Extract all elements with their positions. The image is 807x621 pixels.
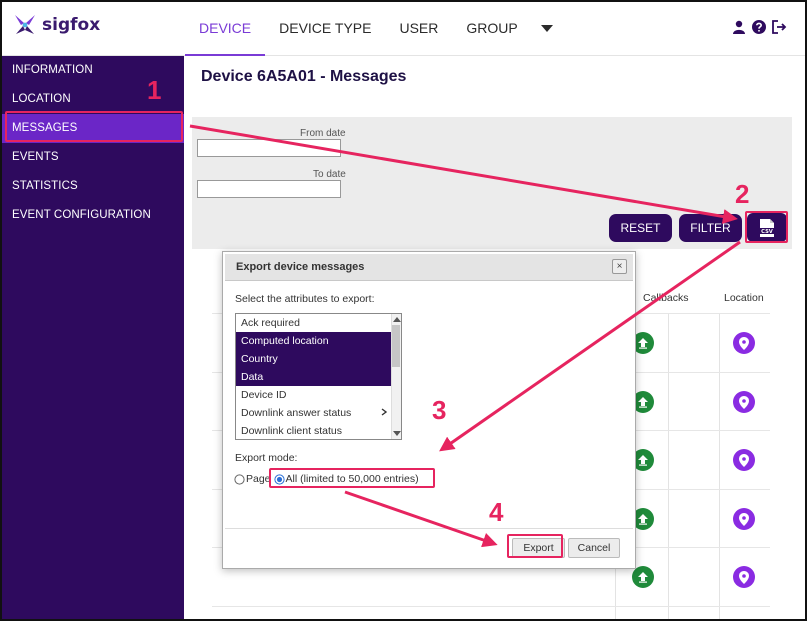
location-pin-icon[interactable] xyxy=(733,391,755,413)
column-header-callbacks: Callbacks xyxy=(643,292,689,304)
top-bar: sigfox DEVICE DEVICE TYPE USER GROUP xyxy=(2,2,805,56)
step-number-2: 2 xyxy=(735,179,750,209)
dialog-footer-divider xyxy=(225,528,633,529)
listbox-scrollbar[interactable] xyxy=(391,314,401,439)
column-header-location: Location xyxy=(724,292,764,304)
caret-down-icon xyxy=(540,25,553,32)
scrollbar-thumb[interactable] xyxy=(392,325,400,367)
scroll-up-icon[interactable] xyxy=(393,316,401,322)
from-date-input[interactable] xyxy=(197,139,341,157)
close-icon[interactable]: × xyxy=(612,259,627,274)
export-dialog: Export device messages × Select the attr… xyxy=(222,251,636,569)
user-icon[interactable] xyxy=(732,20,746,34)
column-divider xyxy=(719,314,720,619)
export-mode-label: Export mode: xyxy=(235,452,298,464)
reset-button[interactable]: RESET xyxy=(609,214,672,242)
list-item[interactable]: Downlink answer status xyxy=(236,404,401,422)
location-pin-icon[interactable] xyxy=(733,566,755,588)
nav-tab-device-type[interactable]: DEVICE TYPE xyxy=(265,2,385,56)
step-number-1: 1 xyxy=(147,75,162,105)
nav-more-button[interactable] xyxy=(532,2,562,56)
sigfox-logo-icon xyxy=(15,15,35,34)
list-item[interactable]: Ack required xyxy=(236,314,401,332)
list-item[interactable]: Data xyxy=(236,368,401,386)
sidebar-item-statistics[interactable]: STATISTICS xyxy=(2,172,184,201)
list-item[interactable]: Computed location xyxy=(236,332,401,350)
upload-icon[interactable] xyxy=(632,566,654,588)
list-item[interactable]: Country xyxy=(236,350,401,368)
nav-tab-group[interactable]: GROUP xyxy=(452,2,531,56)
location-pin-icon[interactable] xyxy=(733,332,755,354)
cancel-button[interactable]: Cancel xyxy=(568,538,620,558)
main-nav: DEVICE DEVICE TYPE USER GROUP xyxy=(185,2,562,56)
page-title: Device 6A5A01 - Messages xyxy=(201,68,407,85)
highlight-csv-button xyxy=(745,211,788,243)
to-date-input[interactable] xyxy=(197,180,341,198)
dialog-title: Export device messages xyxy=(236,261,365,273)
scroll-down-icon[interactable] xyxy=(393,431,401,437)
location-pin-icon[interactable] xyxy=(733,508,755,530)
nav-tab-device[interactable]: DEVICE xyxy=(185,2,266,56)
list-item[interactable]: Device ID xyxy=(236,386,401,404)
highlight-export-mode-all xyxy=(269,468,435,488)
column-divider xyxy=(668,314,669,619)
to-date-label: To date xyxy=(313,169,346,180)
radio-page-label: Page xyxy=(246,473,271,485)
chevron-right-icon xyxy=(381,408,387,416)
attributes-listbox[interactable]: Ack required Computed location Country D… xyxy=(235,313,402,440)
dialog-header: Export device messages × xyxy=(225,254,633,281)
from-date-label: From date xyxy=(300,128,346,139)
list-item[interactable]: Downlink client status xyxy=(236,422,401,439)
top-right-icons xyxy=(732,20,787,34)
radio-page[interactable] xyxy=(234,473,245,485)
nav-tab-user[interactable]: USER xyxy=(385,2,452,56)
logo[interactable]: sigfox xyxy=(12,12,100,38)
location-pin-icon[interactable] xyxy=(733,449,755,471)
sidebar-item-event-configuration[interactable]: EVENT CONFIGURATION xyxy=(2,201,184,230)
screenshot-frame: sigfox DEVICE DEVICE TYPE USER GROUP INF… xyxy=(0,0,807,621)
highlight-messages xyxy=(5,111,183,142)
help-icon[interactable] xyxy=(752,20,766,34)
brand-name: sigfox xyxy=(42,15,101,35)
step-number-3: 3 xyxy=(432,395,447,425)
sidebar-item-events[interactable]: EVENTS xyxy=(2,143,184,172)
step-number-4: 4 xyxy=(489,497,504,527)
highlight-export-button xyxy=(507,534,563,558)
filter-button[interactable]: FILTER xyxy=(679,214,742,242)
logout-icon[interactable] xyxy=(772,20,787,34)
attributes-label: Select the attributes to export: xyxy=(235,293,375,305)
row-divider xyxy=(212,606,770,607)
